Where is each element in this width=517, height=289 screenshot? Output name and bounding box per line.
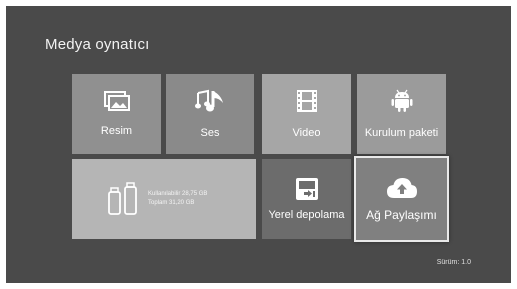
tile-yerel-depolama[interactable]: Yerel depolama: [262, 159, 351, 239]
tile-usb-storage[interactable]: Kullanılabilir 28,75 GB Toplam 31,20 GB: [72, 159, 256, 239]
film-icon: [296, 90, 317, 112]
tile-ses[interactable]: Ses: [166, 74, 254, 154]
music-note-icon: [195, 89, 223, 112]
android-icon: [391, 89, 412, 112]
usb-available-text: Kullanılabilir 28,75 GB: [148, 191, 208, 197]
usb-storage-info: Kullanılabilir 28,75 GB Toplam 31,20 GB: [148, 190, 207, 208]
tile-ag-paylasimi[interactable]: Ağ Paylaşımı: [354, 156, 449, 242]
tile-ses-label: Ses: [200, 127, 220, 139]
tile-video[interactable]: Video: [262, 74, 351, 154]
tile-ag-label: Ağ Paylaşımı: [366, 208, 437, 222]
tile-kurulum-label: Kurulum paketi: [364, 127, 439, 139]
page-title: Medya oynatıcı: [45, 36, 150, 53]
tile-kurulum-paketi[interactable]: Kurulum paketi: [357, 74, 446, 154]
usb-total-text: Toplam 31,20 GB: [148, 200, 195, 206]
tile-yerel-label: Yerel depolama: [268, 209, 345, 221]
image-gallery-icon: [103, 91, 130, 111]
media-player-screen: Medya oynatıcı Resim Ses Video Kurulum p…: [6, 6, 511, 283]
tile-resim-label: Resim: [100, 125, 133, 137]
cloud-upload-icon: [386, 178, 417, 198]
version-label: Sürüm: 1.0: [436, 259, 471, 266]
local-storage-icon: [295, 178, 318, 200]
usb-drive-icon: [108, 182, 137, 215]
tile-video-label: Video: [292, 127, 321, 139]
tile-resim[interactable]: Resim: [72, 74, 161, 154]
